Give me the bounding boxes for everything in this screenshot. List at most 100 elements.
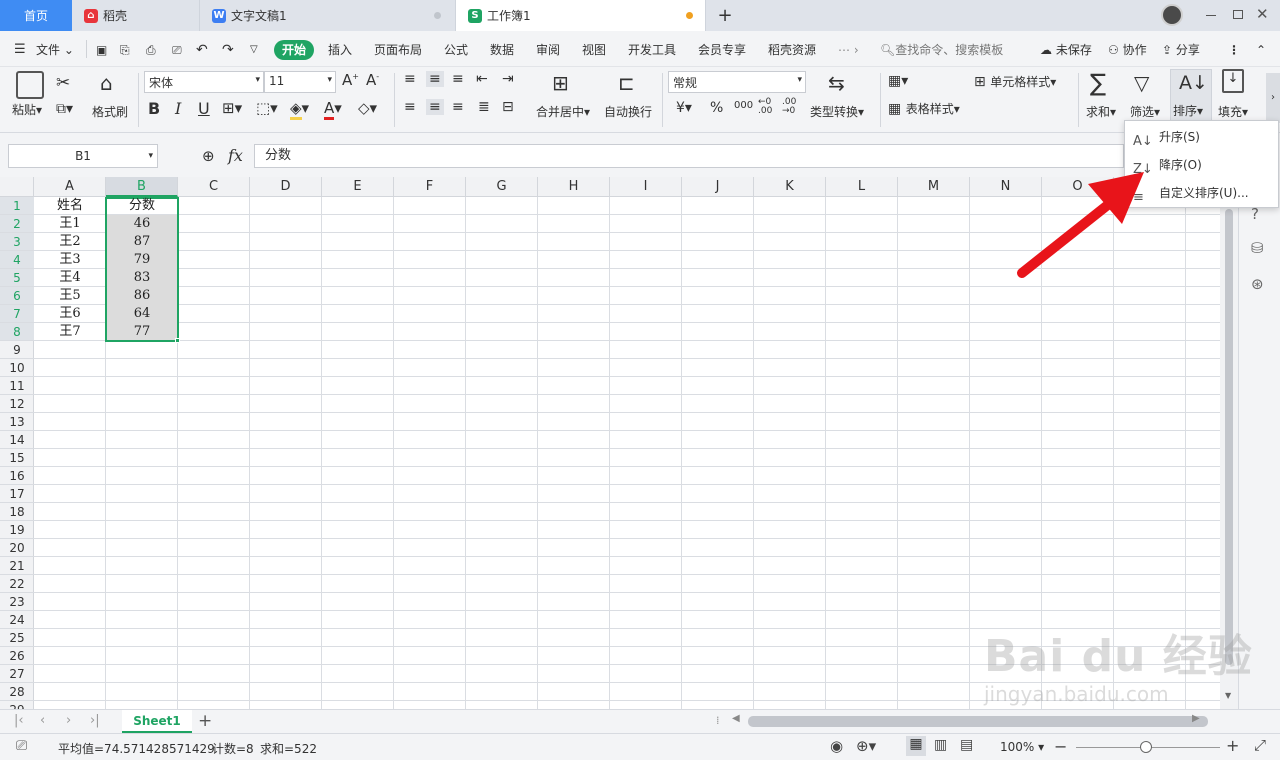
avatar[interactable] (1161, 4, 1183, 26)
row-header[interactable]: 24 (0, 611, 34, 629)
col-header-l[interactable]: L (826, 177, 898, 197)
cell-b8[interactable]: 77 (106, 323, 178, 341)
scroll-right-icon[interactable]: ▶ (1192, 713, 1200, 724)
font-family-select[interactable]: 宋体 ▾ (144, 71, 264, 93)
tab-member[interactable]: 会员专享 (698, 40, 746, 60)
normal-view-icon[interactable]: ▦ (906, 736, 926, 756)
tab-start[interactable]: 开始 (274, 40, 314, 60)
select-all-corner[interactable] (0, 177, 34, 197)
row-header[interactable]: 4 (0, 251, 34, 269)
quick-access-dropdown-icon[interactable]: ▽ (250, 40, 258, 60)
decrease-font-icon[interactable]: A- (366, 71, 379, 89)
sheet-tab-sheet1[interactable]: Sheet1 (122, 710, 192, 733)
macro-icon[interactable]: ⎚ (16, 738, 27, 754)
convert-icon[interactable]: ⇆ (828, 71, 845, 95)
justify-icon[interactable]: ≣ (478, 99, 490, 115)
tab-developer[interactable]: 开发工具 (628, 40, 676, 60)
sum-button[interactable]: 求和▾ (1086, 103, 1116, 120)
splitter-icon[interactable]: ⁞ (716, 714, 720, 727)
col-header-a[interactable]: A (34, 177, 106, 197)
prev-sheet-icon[interactable]: ‹ (40, 713, 45, 728)
col-header-m[interactable]: M (898, 177, 970, 197)
row-header[interactable]: 17 (0, 485, 34, 503)
merge-icon[interactable]: ⊞ (552, 71, 569, 95)
col-header-c[interactable]: C (178, 177, 250, 197)
print-preview-icon[interactable]: ⎚ (172, 40, 182, 60)
scroll-left-icon[interactable]: ◀ (732, 713, 740, 724)
tab-insert[interactable]: 插入 (328, 40, 352, 60)
eye-protection-icon[interactable]: ◉ (830, 737, 843, 755)
bold-button[interactable]: B (148, 99, 160, 118)
cloud-save-button[interactable]: ☁ 未保存 (1040, 40, 1092, 60)
export-pdf-icon[interactable]: ⎘ (120, 40, 130, 60)
col-header-e[interactable]: E (322, 177, 394, 197)
increase-indent-icon[interactable]: ⇥ (502, 71, 514, 87)
paste-button[interactable]: 粘贴▾ (12, 101, 42, 118)
last-sheet-icon[interactable]: ›| (90, 713, 100, 728)
row-header[interactable]: 15 (0, 449, 34, 467)
row-header[interactable]: 1 (0, 197, 34, 215)
cell-a2[interactable]: 王1 (34, 215, 106, 233)
row-header[interactable]: 9 (0, 341, 34, 359)
filter-icon[interactable]: ▽ (1134, 71, 1149, 95)
cell-a1[interactable]: 姓名 (34, 197, 106, 215)
thousands-button[interactable]: 000 (734, 100, 753, 111)
restore-icon[interactable] (1233, 10, 1243, 19)
col-header-i[interactable]: I (610, 177, 682, 197)
conditional-format-button[interactable]: ▦▾ (888, 73, 908, 89)
paste-icon[interactable] (16, 71, 44, 99)
tab-data[interactable]: 数据 (490, 40, 514, 60)
tab-workbook[interactable]: S 工作簿1 (456, 0, 706, 31)
row-header[interactable]: 23 (0, 593, 34, 611)
print-icon[interactable]: ⎙ (146, 40, 156, 60)
scroll-down-icon[interactable]: ▼ (1225, 691, 1231, 700)
col-header-d[interactable]: D (250, 177, 322, 197)
col-header-b[interactable]: B (106, 177, 178, 197)
cell-b6[interactable]: 86 (106, 287, 178, 305)
tab-review[interactable]: 审阅 (536, 40, 560, 60)
align-left-icon[interactable]: ≡ (404, 99, 416, 115)
row-header[interactable]: 7 (0, 305, 34, 323)
wrap-text-button[interactable]: 自动换行 (604, 103, 652, 120)
add-sheet-button[interactable]: + (198, 711, 212, 731)
underline-button[interactable]: U (198, 99, 210, 118)
cell-a5[interactable]: 王4 (34, 269, 106, 287)
cut-icon[interactable]: ✂ (56, 73, 70, 93)
minimize-icon[interactable] (1206, 15, 1216, 16)
tab-page-layout[interactable]: 页面布局 (374, 40, 422, 60)
backup-icon[interactable]: ⛁ (1251, 239, 1264, 257)
align-top-icon[interactable]: ≡ (404, 71, 416, 87)
chinese-input-icon[interactable]: ⊕▾ (856, 737, 876, 755)
cell-a8[interactable]: 王7 (34, 323, 106, 341)
col-header-h[interactable]: H (538, 177, 610, 197)
row-header[interactable]: 18 (0, 503, 34, 521)
row-header[interactable]: 5 (0, 269, 34, 287)
cell-fill-pattern-icon[interactable]: ⬚▾ (256, 99, 278, 117)
row-header[interactable]: 2 (0, 215, 34, 233)
fullscreen-icon[interactable]: ⤢ (1254, 736, 1266, 754)
row-header[interactable]: 13 (0, 413, 34, 431)
row-header[interactable]: 22 (0, 575, 34, 593)
tab-formula[interactable]: 公式 (444, 40, 468, 60)
row-header[interactable]: 14 (0, 431, 34, 449)
save-icon[interactable]: ▣ (96, 40, 107, 60)
collapse-ribbon-icon[interactable]: ⌃ (1256, 40, 1266, 60)
cell-b1[interactable]: 分数 (106, 197, 178, 215)
row-header[interactable]: 10 (0, 359, 34, 377)
tab-close-dot[interactable] (434, 12, 441, 19)
row-header[interactable]: 8 (0, 323, 34, 341)
zoom-slider-thumb[interactable] (1140, 741, 1152, 753)
search-box[interactable]: 🔍︎查找命令、搜索模板 (880, 40, 1003, 60)
tab-daoke[interactable]: ⌂ 稻壳 (72, 0, 200, 31)
page-layout-view-icon[interactable]: ▥ (934, 737, 947, 753)
increase-font-icon[interactable]: A+ (342, 71, 359, 89)
format-painter-icon[interactable]: ⌂ (100, 71, 113, 95)
cell-a7[interactable]: 王6 (34, 305, 106, 323)
format-painter-button[interactable]: 格式刷 (92, 103, 128, 120)
cell-a4[interactable]: 王3 (34, 251, 106, 269)
collab-button[interactable]: ⚇ 协作 (1108, 40, 1147, 60)
ribbon-scroll-right[interactable]: › (1266, 73, 1280, 123)
next-sheet-icon[interactable]: › (66, 713, 71, 728)
horizontal-scroll-thumb[interactable] (748, 716, 1208, 727)
col-header-f[interactable]: F (394, 177, 466, 197)
